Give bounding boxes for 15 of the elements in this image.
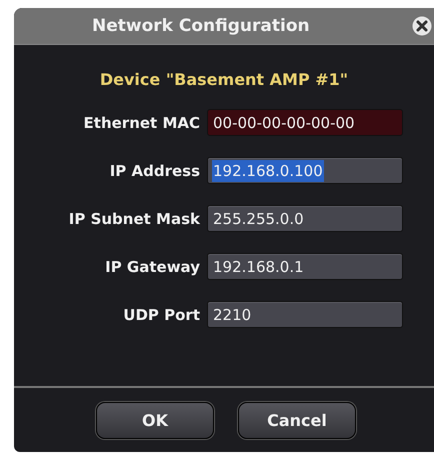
readonly-field: 00-00-00-00-00-00 — [207, 109, 403, 136]
field-label: IP Gateway — [104, 258, 200, 276]
device-heading: Device "Basement AMP #1" — [98, 70, 350, 89]
close-icon[interactable] — [412, 16, 432, 36]
field-label: Ethernet MAC — [82, 114, 200, 132]
window-title: Network Configuration — [92, 16, 310, 36]
cancel-button[interactable]: Cancel — [238, 402, 356, 438]
field-label: IP Address — [108, 162, 200, 180]
input-field[interactable]: 255.255.0.0 — [207, 205, 403, 232]
input-field[interactable]: 2210 — [207, 301, 403, 328]
field-label: IP Subnet Mask — [68, 210, 200, 228]
input-field[interactable]: 192.168.0.1 — [207, 253, 403, 280]
ok-button[interactable]: OK — [96, 402, 214, 438]
input-field[interactable]: 192.168.0.100 — [207, 157, 403, 184]
field-label: UDP Port — [122, 306, 200, 324]
